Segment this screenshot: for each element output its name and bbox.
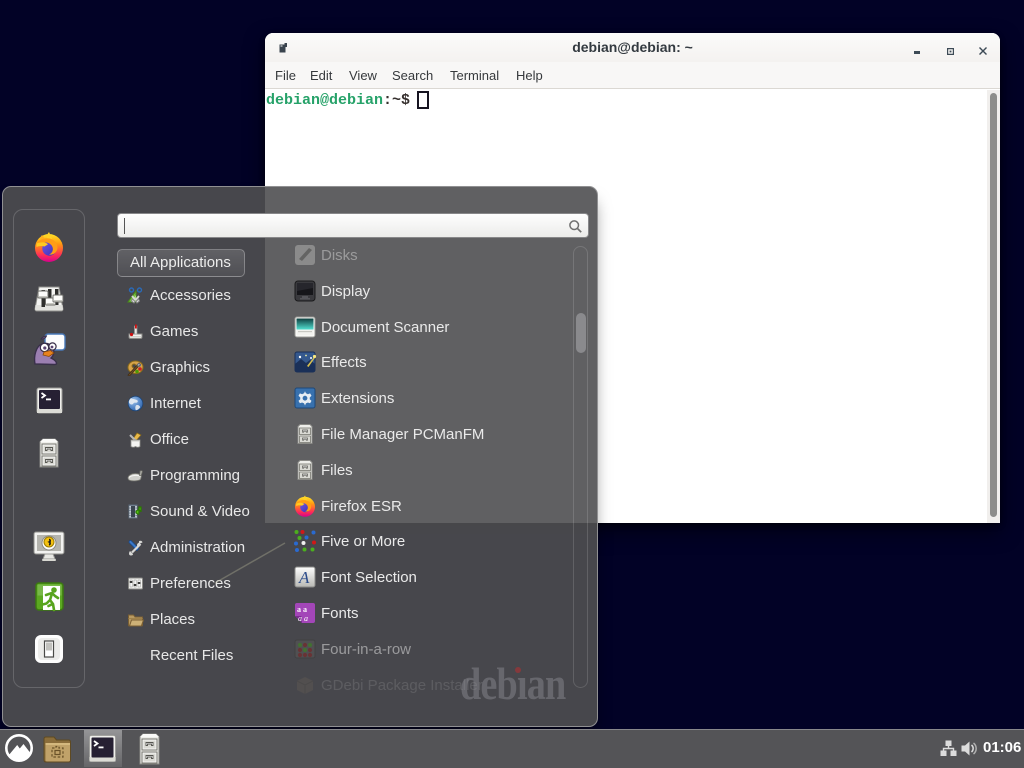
svg-text:A: A xyxy=(298,568,310,587)
svg-text:a a: a a xyxy=(297,605,307,614)
svg-text:a a: a a xyxy=(298,614,308,623)
